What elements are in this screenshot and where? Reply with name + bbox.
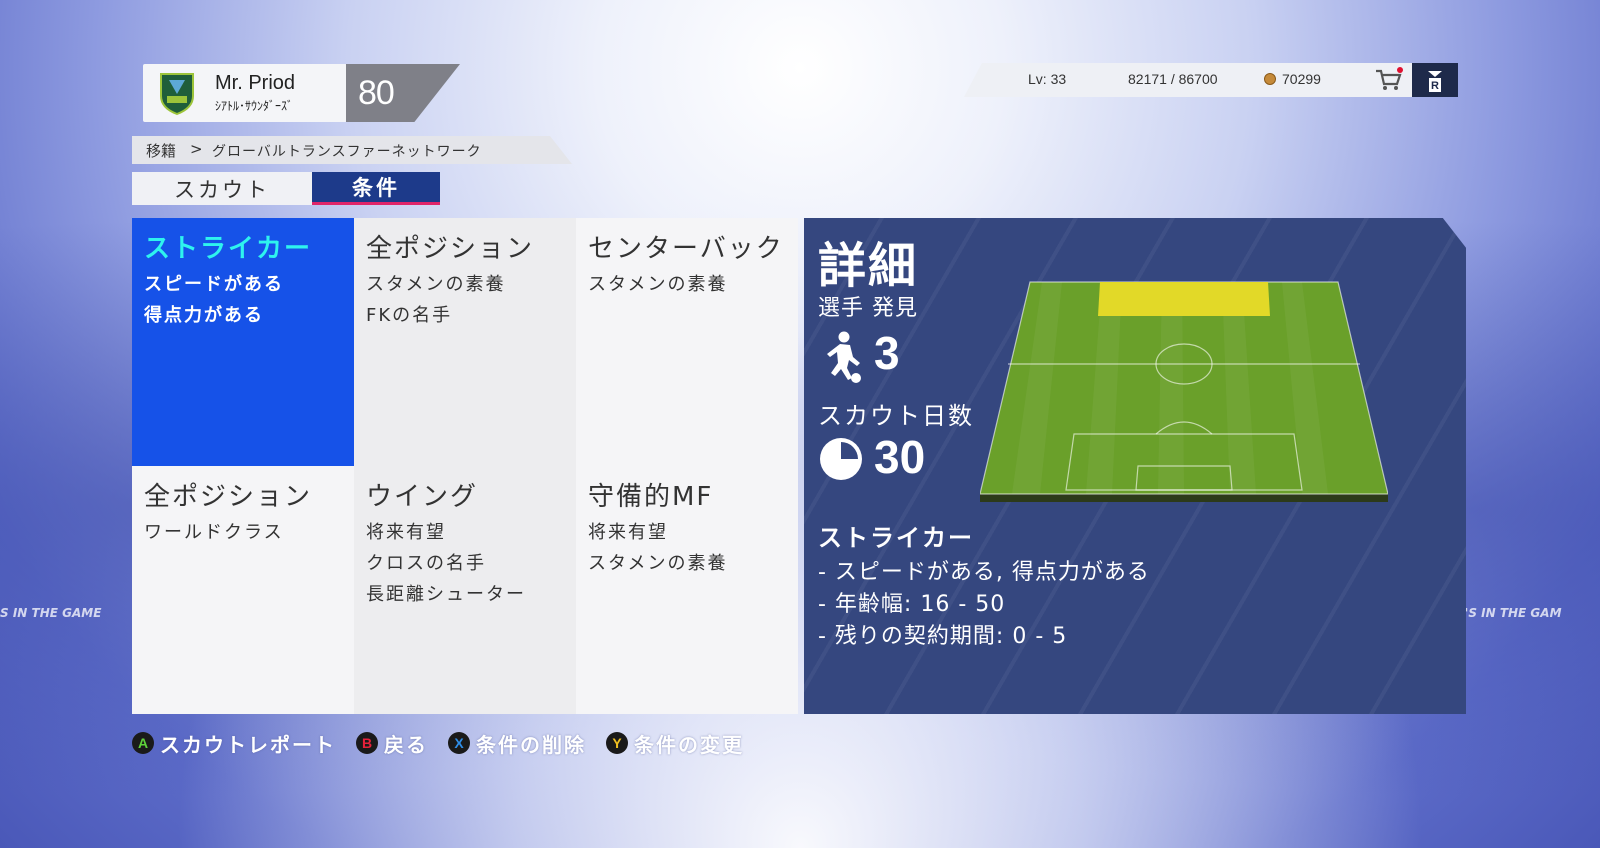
conditions-grid: ストライカー スピードがある 得点力がある 全ポジション スタメンの素養 FKの… — [132, 218, 798, 714]
hint-label: スカウトレポート — [160, 732, 336, 757]
coins-text: 70299 — [1282, 71, 1321, 87]
stats-bar: Lv: 33 82171 / 86700 70299 — [964, 63, 1412, 97]
stand-banner-left: S IN THE GAME — [0, 606, 102, 620]
players-found-label: 選手 発見 — [818, 296, 918, 321]
x-button-icon: X — [448, 732, 470, 754]
condition-trait: 将来有望 — [366, 522, 446, 543]
a-button-icon: A — [132, 732, 154, 754]
detail-title: 詳細 — [818, 238, 919, 294]
condition-trait: 長距離シューター — [366, 584, 526, 605]
hint-delete-condition[interactable]: X 条件の削除 — [448, 729, 586, 758]
condition-trait: スタメンの素養 — [588, 274, 728, 295]
detail-traits: - スピードがある, 得点力がある — [818, 560, 1150, 585]
condition-card[interactable]: ストライカー スピードがある 得点力がある — [132, 218, 354, 466]
level-text: Lv: 33 — [1028, 71, 1067, 87]
breadcrumb-root[interactable]: 移籍 — [146, 140, 176, 161]
tab-conditions[interactable]: 条件 — [312, 172, 440, 205]
b-button-icon: B — [356, 732, 378, 754]
condition-card[interactable]: 全ポジション スタメンの素養 FKの名手 — [354, 218, 576, 466]
players-found-value: 3 — [874, 327, 900, 379]
condition-trait: スタメンの素養 — [588, 553, 728, 574]
detail-panel: 詳細 選手 発見 3 スカウト日数 30 ストライカー - スピードがある, 得… — [804, 218, 1466, 714]
condition-position: センターバック — [588, 234, 784, 264]
breadcrumb-current: グローバルトランスファーネットワーク — [212, 144, 482, 160]
svg-text:R: R — [1431, 80, 1439, 92]
club-name: ｼｱﾄﾙ･ｻｳﾝﾀﾞｰｽﾞ — [215, 99, 294, 113]
condition-card[interactable]: センターバック スタメンの素養 — [576, 218, 798, 466]
condition-trait: 将来有望 — [588, 522, 668, 543]
condition-position: ウイング — [366, 482, 479, 512]
xp-text: 82171 / 86700 — [1128, 71, 1218, 87]
detail-contract: - 残りの契約期間: 0 - 5 — [818, 624, 1068, 649]
hint-label: 条件の変更 — [634, 732, 744, 757]
breadcrumb: 移籍 > グローバルトランスファーネットワーク — [132, 136, 572, 164]
condition-position: 全ポジション — [144, 482, 313, 512]
coin-icon — [1264, 73, 1276, 85]
condition-card[interactable]: 守備的MF 将来有望 スタメンの素養 — [576, 466, 798, 714]
condition-position: ストライカー — [144, 234, 313, 264]
stand-banner-right: IT'S IN THE GAM — [1452, 606, 1562, 620]
button-hints: A スカウトレポート B 戻る X 条件の削除 Y 条件の変更 — [132, 728, 764, 758]
condition-card[interactable]: 全ポジション ワールドクラス — [132, 466, 354, 714]
condition-position: 全ポジション — [366, 234, 535, 264]
hint-label: 条件の削除 — [476, 732, 586, 757]
hint-change-condition[interactable]: Y 条件の変更 — [606, 729, 744, 758]
condition-trait: スピードがある — [144, 274, 284, 295]
hint-scout-report[interactable]: A スカウトレポート — [132, 729, 336, 758]
tab-scout[interactable]: スカウト — [132, 172, 312, 205]
condition-trait: クロスの名手 — [366, 553, 486, 574]
player-dribble-icon — [827, 331, 861, 383]
condition-card[interactable]: ウイング 将来有望 クロスの名手 長距離シューター — [354, 466, 576, 714]
clock-icon — [820, 438, 862, 480]
condition-trait: FKの名手 — [366, 305, 453, 326]
rb-menu-button[interactable]: R — [1412, 63, 1458, 97]
hint-label: 戻る — [384, 732, 428, 757]
notification-dot — [1397, 67, 1403, 73]
scout-days-label: スカウト日数 — [818, 402, 974, 430]
breadcrumb-separator: > — [190, 140, 203, 158]
detail-position: ストライカー — [818, 524, 974, 552]
condition-trait: ワールドクラス — [144, 522, 284, 543]
manager-name: Mr. Priod — [215, 72, 296, 94]
pitch-diagram — [980, 281, 1388, 502]
club-card: Mr. Priod ｼｱﾄﾙ･ｻｳﾝﾀﾞｰｽﾞ — [143, 64, 347, 122]
hint-back[interactable]: B 戻る — [356, 729, 428, 758]
team-rating: 80 — [358, 74, 395, 112]
condition-trait: 得点力がある — [144, 305, 264, 326]
scout-days-value: 30 — [874, 431, 926, 483]
condition-position: 守備的MF — [588, 482, 714, 512]
detail-age-range: - 年齢幅: 16 - 50 — [818, 592, 1006, 617]
sounders-crest-icon — [160, 73, 194, 116]
condition-trait: スタメンの素養 — [366, 274, 506, 295]
y-button-icon: Y — [606, 732, 628, 754]
